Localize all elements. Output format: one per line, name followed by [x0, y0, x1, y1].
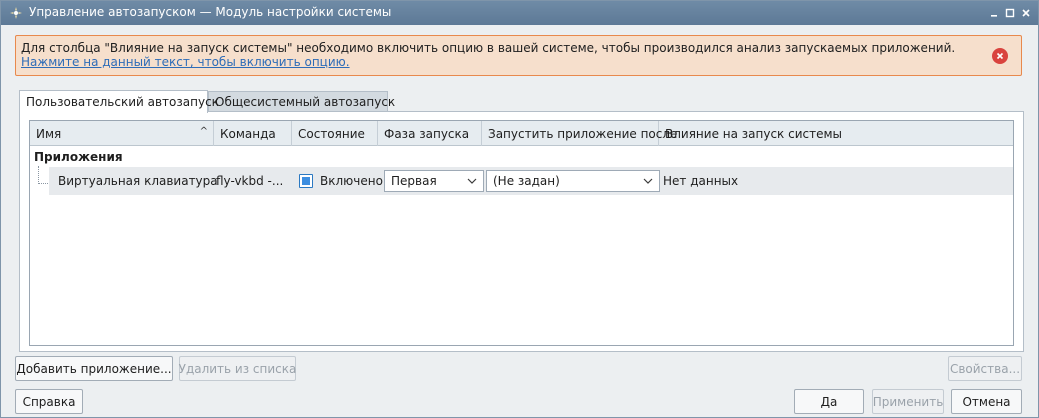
banner-text: Для столбца "Влияние на запуск системы" …	[21, 41, 956, 55]
column-header-command[interactable]: Команда	[214, 121, 292, 146]
group-row-applications[interactable]: Приложения	[30, 147, 1013, 166]
column-header-name[interactable]: Имя ^	[30, 121, 214, 146]
start-after-select[interactable]: (Не задан)	[486, 170, 660, 192]
close-icon[interactable]	[1017, 4, 1035, 22]
app-icon	[10, 7, 22, 19]
remove-from-list-button[interactable]: Удалить из списка	[179, 356, 296, 381]
tree-branch-line	[38, 166, 39, 184]
table-header: Имя ^ Команда Состояние Фаза запуска Зап…	[30, 121, 1013, 146]
group-label: Приложения	[34, 149, 123, 164]
add-application-button[interactable]: Добавить приложение...	[15, 356, 173, 381]
help-button[interactable]: Справка	[15, 389, 83, 414]
enable-option-link[interactable]: Нажмите на данный текст, чтобы включить …	[21, 55, 350, 69]
apply-button[interactable]: Применить	[872, 389, 944, 414]
column-header-impact[interactable]: Влияние на запуск системы	[659, 121, 1013, 146]
banner-message: Для столбца "Влияние на запуск системы" …	[21, 41, 971, 69]
column-label: Имя	[36, 126, 62, 141]
column-header-start-after[interactable]: Запустить приложение после	[482, 121, 677, 146]
warning-banner: Для столбца "Влияние на запуск системы" …	[15, 35, 1022, 76]
title-bar[interactable]: Управление автозапуском — Модуль настрой…	[1, 1, 1038, 25]
chevron-down-icon	[467, 178, 477, 184]
tab-system-autostart[interactable]: Общесистемный автозапуск	[208, 91, 395, 112]
cancel-button[interactable]: Отмена	[951, 389, 1022, 414]
column-header-state[interactable]: Состояние	[292, 121, 378, 146]
ok-button[interactable]: Да	[794, 389, 864, 414]
state-label: Включено	[320, 174, 383, 188]
column-header-phase[interactable]: Фаза запуска	[378, 121, 482, 146]
autostart-table[interactable]: Имя ^ Команда Состояние Фаза запуска Зап…	[29, 120, 1014, 346]
cell-state: Включено	[299, 167, 387, 195]
tab-user-autostart[interactable]: Пользовательский автозапуск	[19, 90, 219, 113]
error-close-icon[interactable]	[992, 48, 1008, 64]
start-after-value: (Не задан)	[493, 174, 560, 188]
app-name: Виртуальная клавиатура	[58, 174, 218, 188]
cell-impact: Нет данных	[663, 174, 739, 188]
chevron-down-icon	[643, 178, 653, 184]
tab-panel: Имя ^ Команда Состояние Фаза запуска Зап…	[19, 111, 1024, 352]
cell-command: fly-vkbd -...	[216, 174, 284, 188]
enabled-checkbox[interactable]	[299, 174, 313, 188]
cell-name: Виртуальная клавиатура	[52, 167, 218, 195]
phase-value: Первая	[391, 174, 437, 188]
sort-ascending-icon: ^	[199, 126, 208, 137]
table-row[interactable]: Виртуальная клавиатура fly-vkbd -... Вкл…	[49, 167, 1013, 195]
window: Управление автозапуском — Модуль настрой…	[0, 0, 1039, 418]
window-title: Управление автозапуском — Модуль настрой…	[29, 5, 392, 19]
phase-select[interactable]: Первая	[384, 170, 484, 192]
properties-button[interactable]: Свойства...	[948, 356, 1022, 381]
